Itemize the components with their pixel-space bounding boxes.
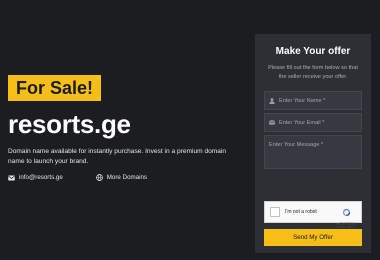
offer-form: Make Your offer Please fill out the form… <box>255 34 371 253</box>
email-link-label: info@resorts.ge <box>19 174 63 181</box>
offer-form-subtitle: Please fill out the form below so that t… <box>268 65 358 80</box>
envelope-icon <box>269 120 275 125</box>
recaptcha-label: I'm not a robot <box>285 209 317 215</box>
recaptcha-widget: I'm not a robot reCAPTCHA Privacy - Term… <box>264 201 362 229</box>
more-domains-link[interactable]: More Domains <box>95 174 148 181</box>
contact-links: info@resorts.ge More Domains <box>8 174 147 181</box>
email-input[interactable] <box>279 119 359 126</box>
domain-description: Domain name available for instantly purc… <box>8 148 227 165</box>
domain-title: resorts.ge <box>8 109 131 139</box>
recaptcha-checkbox[interactable] <box>270 207 280 217</box>
name-field[interactable] <box>264 91 362 110</box>
more-domains-label: More Domains <box>106 174 148 181</box>
message-input[interactable] <box>269 142 349 164</box>
globe-icon <box>95 174 103 181</box>
offer-form-title: Make Your offer <box>275 46 351 57</box>
domain-hero: For Sale! resorts.ge Domain name availab… <box>8 0 253 260</box>
recaptcha-icon <box>342 208 350 217</box>
user-icon <box>269 97 275 104</box>
email-field[interactable] <box>264 113 362 132</box>
name-input[interactable] <box>279 97 359 104</box>
message-field[interactable] <box>264 135 362 169</box>
send-offer-button[interactable]: Send My Offer <box>264 229 362 246</box>
email-link[interactable]: info@resorts.ge <box>8 174 63 181</box>
for-sale-badge: For Sale! <box>8 75 102 101</box>
recaptcha-logo: reCAPTCHA Privacy - Terms <box>335 204 357 229</box>
envelope-icon <box>8 175 15 180</box>
